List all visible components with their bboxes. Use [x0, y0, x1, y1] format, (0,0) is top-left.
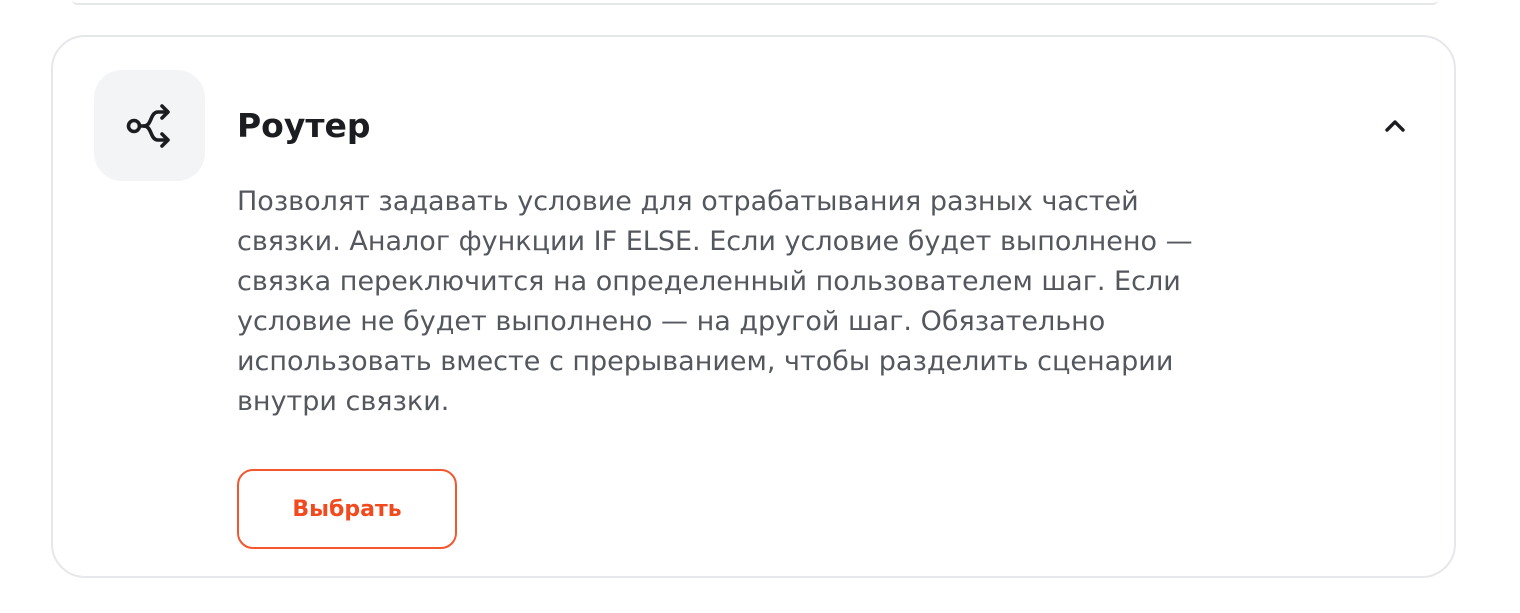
- collapse-toggle[interactable]: [1378, 109, 1412, 143]
- module-icon-tile: [94, 70, 205, 181]
- module-title: Роутер: [237, 106, 371, 145]
- chevron-up-icon: [1385, 120, 1405, 132]
- select-button[interactable]: Выбрать: [237, 469, 457, 549]
- module-description: Позволят задавать условие для отрабатыва…: [237, 186, 1193, 417]
- router-branch-icon: [126, 103, 170, 148]
- router-module-card: Роутер Позволят задавать условие для отр…: [51, 35, 1456, 578]
- previous-card-edge: [72, 0, 1438, 5]
